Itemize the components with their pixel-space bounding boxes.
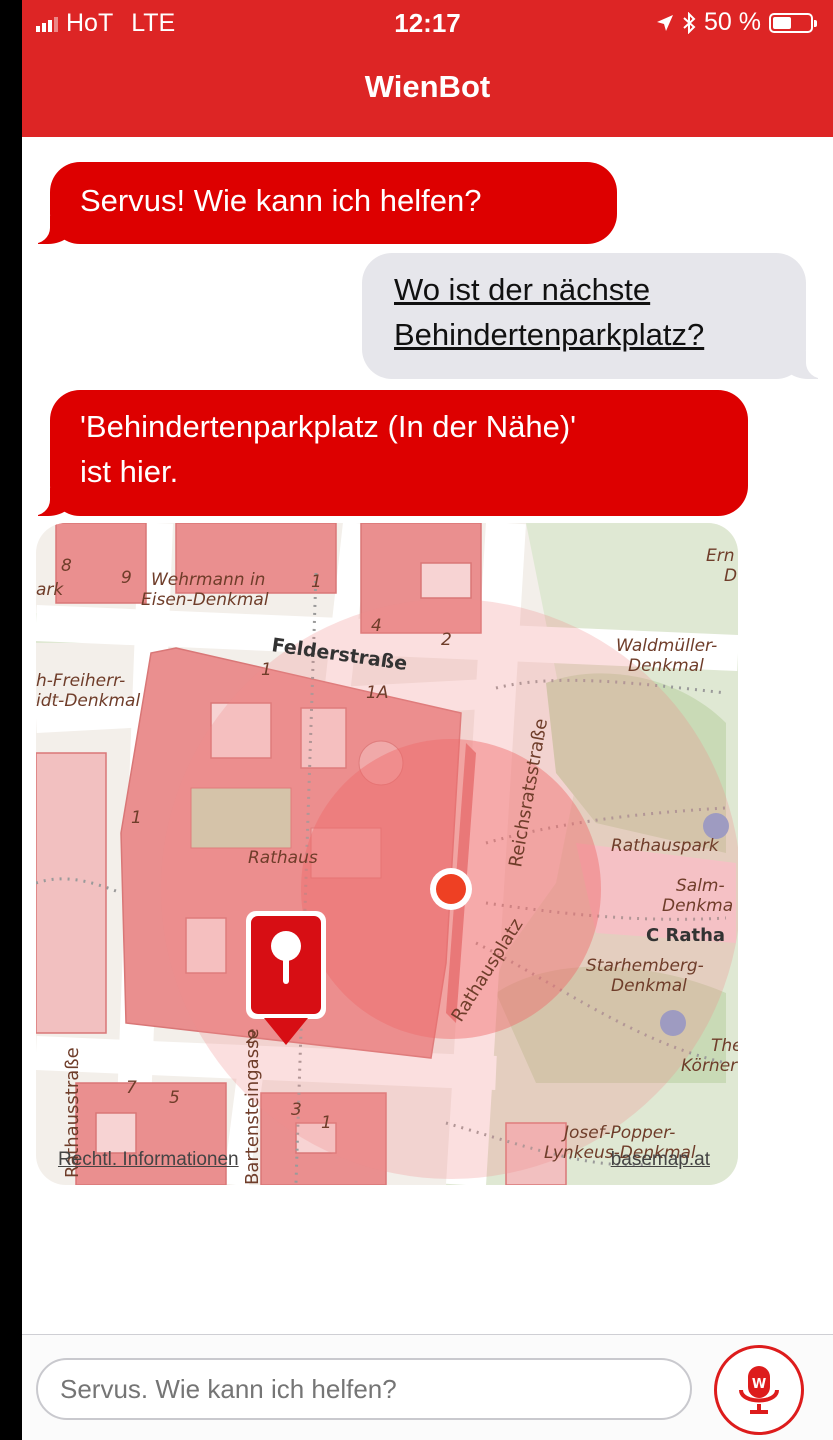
map-label: 5 [169, 1088, 180, 1108]
battery-percent: 50 % [704, 8, 761, 36]
map-label: The [711, 1036, 738, 1056]
bot-message-line-2: ist hier. [80, 454, 179, 489]
app-screen: HoT LTE 12:17 50 % WienBot Servus! Wie k… [22, 0, 833, 1440]
battery-icon [769, 12, 817, 33]
current-location-marker [430, 868, 472, 910]
map-label: 4 [371, 616, 382, 636]
map-label: ark [36, 580, 64, 600]
map-label: 3 [291, 1100, 302, 1120]
bot-message-text: Servus! Wie kann ich helfen? [80, 183, 482, 218]
message-input[interactable] [36, 1358, 692, 1420]
map-label: Rathaus [248, 848, 318, 868]
battery-fill [773, 16, 791, 29]
map-label: Denkma [662, 896, 733, 916]
page-title: WienBot [364, 69, 491, 104]
map-label: Josef-Popper- [561, 1123, 675, 1143]
map-label: 2 [441, 630, 452, 650]
map-label: h-Freiherr- [36, 671, 125, 691]
nav-bar: WienBot [22, 45, 833, 137]
map-label: Waldmüller- [616, 636, 717, 656]
bot-message: 'Behindertenparkplatz (In der Nähe)' ist… [24, 390, 748, 516]
map-label: Denkmal [611, 976, 687, 996]
map-label: 1 [311, 572, 322, 592]
microphone-button[interactable]: W [714, 1345, 804, 1435]
street-label: Bartensteingasse [242, 1028, 263, 1185]
user-message-line-1[interactable]: Wo ist der nächste [394, 272, 650, 307]
map-label: Körner [681, 1056, 738, 1076]
map-canvas[interactable]: 8 9 Wehrmann in Eisen-Denkmal ark 1 4 2 … [36, 523, 738, 1185]
map-label: idt-Denkmal [36, 691, 140, 711]
map-view[interactable]: 8 9 Wehrmann in Eisen-Denkmal ark 1 4 2 … [36, 523, 738, 1185]
bluetooth-icon [683, 11, 696, 34]
map-label: 1 [321, 1113, 332, 1133]
map-label: Eisen-Denkmal [141, 590, 269, 610]
map-label: 7 [126, 1078, 137, 1098]
legal-info-link[interactable]: Rechtl. Informationen [58, 1149, 239, 1171]
status-bar: HoT LTE 12:17 50 % [22, 0, 833, 46]
map-label: 1 [131, 808, 142, 828]
bot-message-line-1: 'Behindertenparkplatz (In der Nähe)' [80, 409, 577, 444]
svg-text:W: W [752, 1377, 766, 1392]
microphone-icon: W [739, 1366, 779, 1414]
map-label: Ern [706, 546, 735, 566]
street-label: C Ratha [646, 925, 725, 946]
bot-message: Servus! Wie kann ich helfen? [24, 162, 617, 244]
map-label: Wehrmann in [151, 570, 265, 590]
map-label: 1 [261, 660, 272, 680]
map-label: Salm- [676, 876, 725, 896]
map-label: Denkmal [628, 656, 704, 676]
map-label: 1A [366, 683, 388, 703]
user-message-line-2[interactable]: Behindertenparkplatz? [394, 317, 704, 352]
map-label: Rathauspark [611, 836, 720, 856]
map-label: Starhemberg- [586, 956, 704, 976]
user-message[interactable]: Wo ist der nächste Behindertenparkplatz? [362, 253, 832, 379]
map-label: 8 [61, 556, 72, 576]
status-right: 50 % [656, 8, 817, 37]
map-label: 9 [121, 568, 132, 588]
map-label: D [724, 566, 737, 586]
location-arrow-icon [657, 14, 674, 31]
basemap-credit-link[interactable]: basemap.at [611, 1149, 710, 1171]
